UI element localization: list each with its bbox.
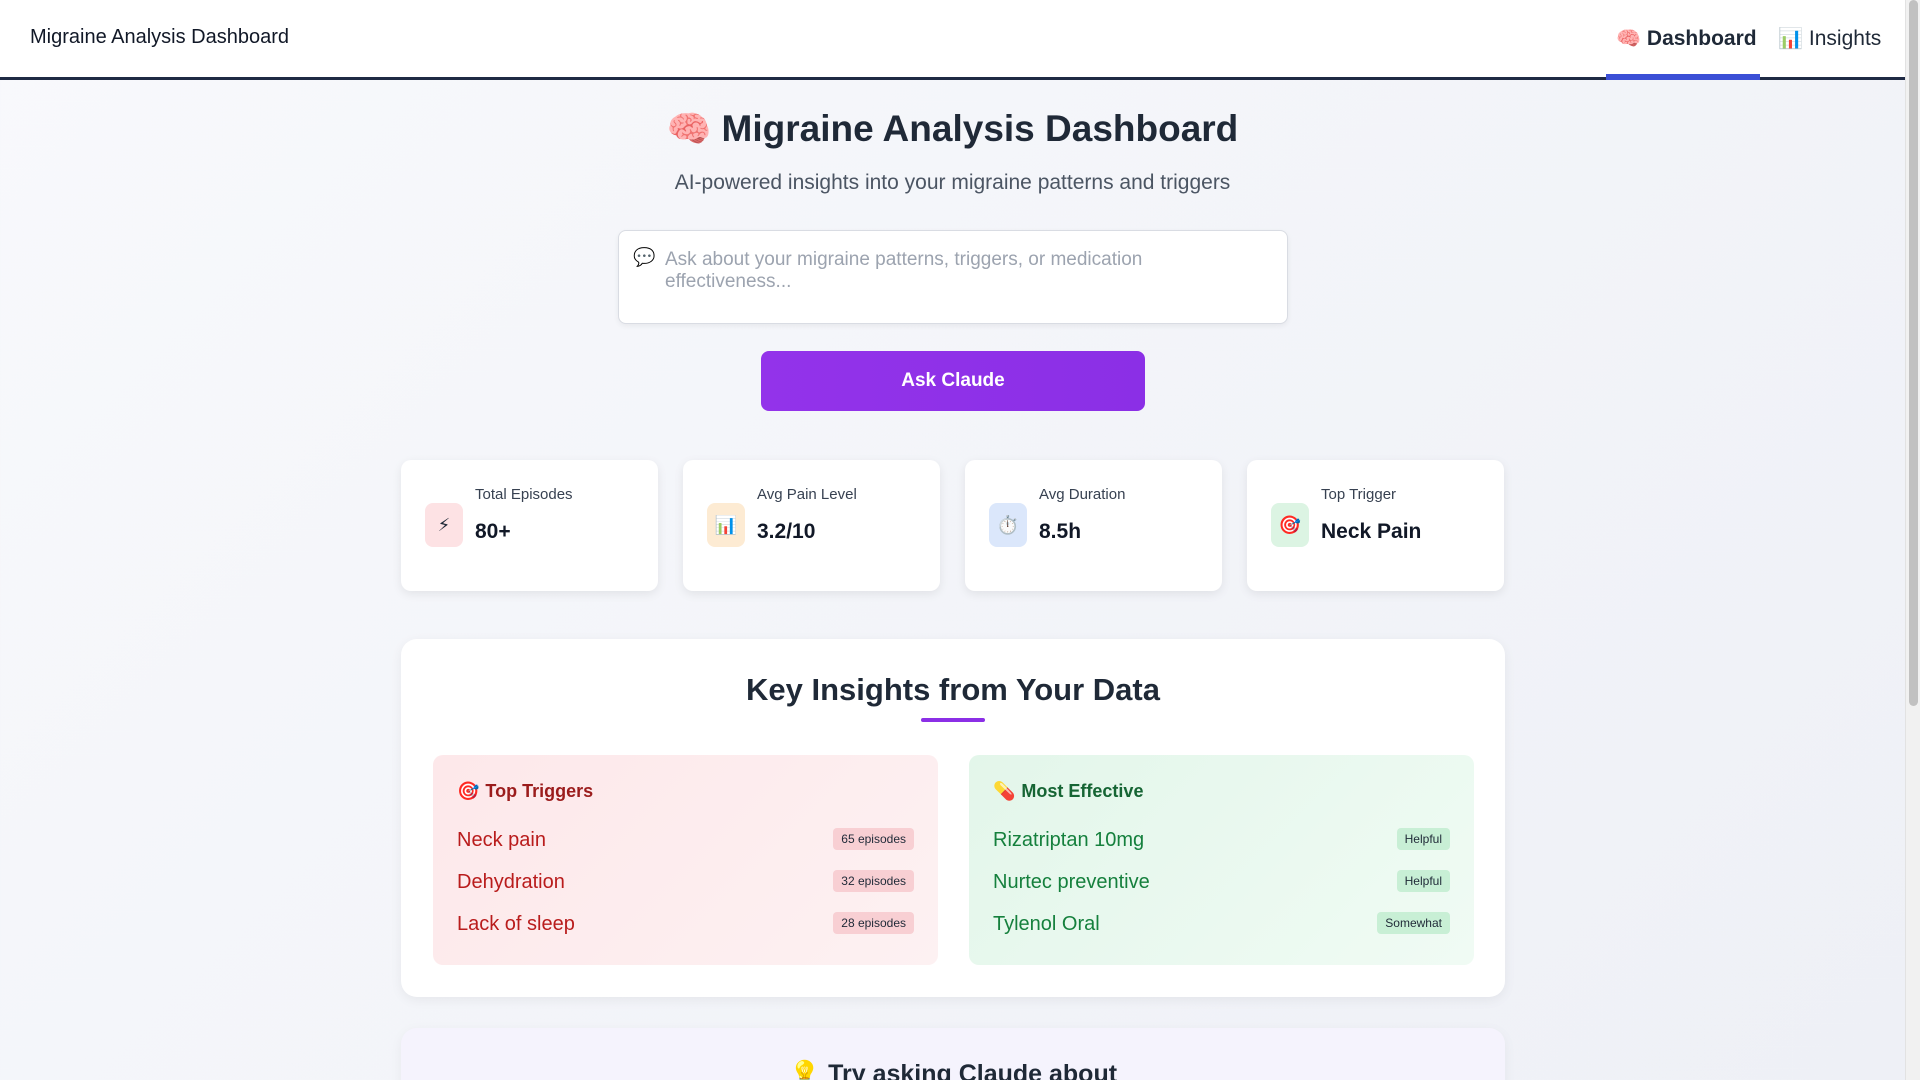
stat-card-avg-duration: ⏱️ Avg Duration 8.5h [965, 460, 1222, 591]
most-effective-heading: 💊 Most Effective [993, 781, 1143, 802]
lightbulb-icon: 💡 [788, 1060, 821, 1080]
effectiveness-badge: Helpful [1396, 870, 1450, 892]
effectiveness-badge: Helpful [1396, 828, 1450, 850]
episode-count-badge: 65 episodes [833, 828, 914, 850]
insights-panel: Key Insights from Your Data 🎯 Top Trigger… [401, 639, 1505, 997]
top-triggers-card: 🎯 Top Triggers Neck pain 65 episodes Dehy… [433, 755, 938, 965]
stat-card-avg-pain: 📊 Avg Pain Level 3.2/10 [683, 460, 940, 591]
stat-value: 3.2/10 [757, 520, 816, 543]
list-item: Rizatriptan 10mg Helpful [993, 825, 1450, 855]
list-item: Dehydration 32 episodes [457, 867, 914, 897]
most-effective-heading-text: Most Effective [1021, 781, 1144, 801]
trigger-name: Neck pain [457, 829, 546, 851]
target-icon: 🎯 [1271, 503, 1309, 547]
ask-input[interactable] [665, 249, 1265, 309]
list-item: Lack of sleep 28 episodes [457, 909, 914, 939]
pill-icon: 💊 [993, 781, 1016, 801]
ask-box: 💬 [618, 230, 1288, 324]
suggestions-title: 💡 Try asking Claude about [401, 1060, 1505, 1080]
effectiveness-badge: Somewhat [1377, 912, 1450, 934]
brain-icon: 🧠 [666, 108, 712, 149]
stopwatch-icon: ⏱️ [989, 503, 1027, 547]
ask-claude-button[interactable]: Ask Claude [761, 351, 1145, 411]
trigger-name: Lack of sleep [457, 913, 575, 935]
title-underline [921, 718, 985, 722]
stat-label: Avg Duration [1039, 486, 1126, 503]
episode-count-badge: 28 episodes [833, 912, 914, 934]
tab-dashboard[interactable]: 🧠 Dashboard [1606, 0, 1760, 80]
stat-value: Neck Pain [1321, 520, 1422, 543]
list-item: Tylenol Oral Somewhat [993, 909, 1450, 939]
brand-title[interactable]: Migraine Analysis Dashboard [30, 26, 289, 49]
page-title-text: Migraine Analysis Dashboard [721, 108, 1239, 149]
stat-value: 80+ [475, 520, 511, 543]
stat-card-top-trigger: 🎯 Top Trigger Neck Pain [1247, 460, 1504, 591]
brain-icon: 🧠 [1616, 28, 1641, 50]
suggestions-panel: 💡 Try asking Claude about [401, 1028, 1505, 1080]
top-triggers-heading-text: Top Triggers [485, 781, 594, 801]
episode-count-badge: 32 episodes [833, 870, 914, 892]
page-subtitle: AI-powered insights into your migraine p… [674, 171, 1231, 194]
top-nav: Migraine Analysis Dashboard 🧠 Dashboard … [0, 0, 1905, 80]
list-item: Neck pain 65 episodes [457, 825, 914, 855]
most-effective-card: 💊 Most Effective Rizatriptan 10mg Helpful… [969, 755, 1474, 965]
bar-chart-icon: 📊 [707, 503, 745, 547]
stat-label: Avg Pain Level [757, 486, 857, 503]
page-scrollbar[interactable] [1905, 0, 1920, 1080]
chart-icon: 📊 [1778, 28, 1803, 50]
trigger-name: Dehydration [457, 871, 565, 893]
top-triggers-heading: 🎯 Top Triggers [457, 781, 593, 802]
insights-title: Key Insights from Your Data [746, 672, 1160, 707]
tab-insights[interactable]: 📊 Insights [1768, 0, 1896, 77]
scrollbar-thumb[interactable] [1909, 0, 1918, 706]
medication-name: Tylenol Oral [993, 913, 1100, 935]
tab-dashboard-label: Dashboard [1646, 26, 1757, 50]
page-title: 🧠 Migraine Analysis Dashboard [0, 108, 1905, 150]
target-icon: 🎯 [457, 781, 480, 801]
stat-label: Top Trigger [1321, 486, 1397, 503]
stat-card-total-episodes: ⚡ Total Episodes 80+ [401, 460, 658, 591]
stat-label: Total Episodes [475, 486, 573, 503]
tab-insights-label: Insights [1808, 26, 1882, 50]
suggestions-title-text: Try asking Claude about [828, 1060, 1118, 1080]
medication-name: Rizatriptan 10mg [993, 829, 1145, 851]
speech-bubble-icon: 💬 [633, 247, 656, 267]
stat-value: 8.5h [1039, 520, 1082, 543]
list-item: Nurtec preventive Helpful [993, 867, 1450, 897]
medication-name: Nurtec preventive [993, 871, 1150, 893]
lightning-icon: ⚡ [425, 503, 463, 547]
